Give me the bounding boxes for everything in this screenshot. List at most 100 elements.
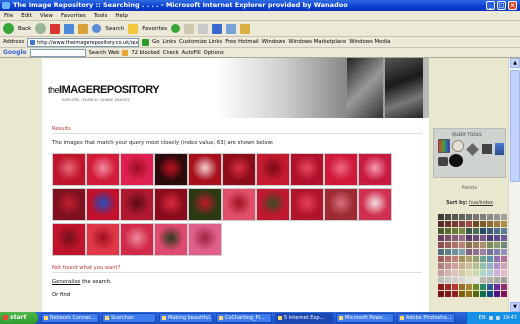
result-thumbnail[interactable] <box>120 153 154 186</box>
link-marketplace[interactable]: Windows Marketplace <box>288 39 346 45</box>
palette-swatch[interactable] <box>466 214 472 220</box>
popup-blocked-count[interactable]: 72 blocked <box>131 50 159 56</box>
palette-swatch[interactable] <box>438 214 444 220</box>
favorites-star-icon[interactable] <box>128 23 139 34</box>
palette-swatch[interactable] <box>480 221 486 227</box>
language-indicator[interactable]: EN <box>479 315 486 321</box>
palette-swatch[interactable] <box>438 235 444 241</box>
stop-icon[interactable] <box>50 23 61 34</box>
palette-swatch[interactable] <box>452 214 458 220</box>
sort-by-value-link[interactable]: hue/index <box>469 201 493 206</box>
result-thumbnail[interactable] <box>256 188 290 221</box>
palette-swatch[interactable] <box>452 284 458 290</box>
minimize-button[interactable]: _ <box>486 1 495 10</box>
palette-swatch[interactable] <box>473 256 479 262</box>
taskbar-item[interactable]: Making beautiful... <box>159 313 213 323</box>
palette-swatch[interactable] <box>501 214 507 220</box>
palette-swatch[interactable] <box>494 256 500 262</box>
palette-swatch[interactable] <box>438 221 444 227</box>
palette-swatch[interactable] <box>452 263 458 269</box>
palette-swatch[interactable] <box>466 291 472 297</box>
result-thumbnail[interactable] <box>290 188 324 221</box>
palette-swatch[interactable] <box>445 214 451 220</box>
taskbar-item[interactable]: CoCharting_Pl... <box>216 313 272 323</box>
palette-swatch[interactable] <box>473 291 479 297</box>
palette-swatch[interactable] <box>466 256 472 262</box>
palette-swatch[interactable] <box>501 228 507 234</box>
result-thumbnail[interactable] <box>324 188 358 221</box>
palette-swatch[interactable] <box>501 291 507 297</box>
palette-swatch[interactable] <box>438 249 444 255</box>
palette-swatch[interactable] <box>473 214 479 220</box>
palette-swatch[interactable] <box>466 284 472 290</box>
palette-swatch[interactable] <box>487 263 493 269</box>
favorites-button[interactable]: Favorites <box>142 26 167 32</box>
layers-tool-icon[interactable] <box>495 143 504 155</box>
close-button[interactable]: × <box>508 1 517 10</box>
palette-swatch[interactable] <box>459 284 465 290</box>
palette-swatch[interactable] <box>473 277 479 283</box>
palette-swatch[interactable] <box>466 277 472 283</box>
palette-swatch[interactable] <box>487 235 493 241</box>
refresh-icon[interactable] <box>64 23 75 34</box>
palette-swatch[interactable] <box>452 249 458 255</box>
palette-swatch[interactable] <box>438 242 444 248</box>
palette-swatch[interactable] <box>452 256 458 262</box>
result-thumbnail[interactable] <box>154 188 188 221</box>
palette-swatch[interactable] <box>494 284 500 290</box>
palette-swatch[interactable] <box>445 228 451 234</box>
palette-swatch[interactable] <box>494 221 500 227</box>
palette-swatch[interactable] <box>459 214 465 220</box>
palette-swatch[interactable] <box>494 228 500 234</box>
palette-swatch[interactable] <box>487 256 493 262</box>
palette-swatch[interactable] <box>480 263 486 269</box>
palette-swatch[interactable] <box>501 242 507 248</box>
palette-swatch[interactable] <box>501 263 507 269</box>
link-customize[interactable]: Customize Links <box>179 39 222 45</box>
palette-swatch[interactable] <box>445 235 451 241</box>
palette-swatch[interactable] <box>494 214 500 220</box>
maximize-button[interactable]: □ <box>497 1 506 10</box>
palette-swatch[interactable] <box>466 221 472 227</box>
palette-swatch[interactable] <box>452 221 458 227</box>
palette-swatch[interactable] <box>473 263 479 269</box>
palette-swatch[interactable] <box>445 242 451 248</box>
address-input[interactable]: http://www.theimagerepository.co.uk/quer… <box>27 37 140 47</box>
palette-swatch[interactable] <box>473 284 479 290</box>
palette-swatch[interactable] <box>438 256 444 262</box>
research-icon[interactable] <box>240 23 251 34</box>
brush-tool-icon[interactable] <box>452 140 464 152</box>
palette-swatch[interactable] <box>487 214 493 220</box>
palette-swatch[interactable] <box>494 270 500 276</box>
forward-arrow-icon[interactable] <box>35 23 47 34</box>
result-thumbnail[interactable] <box>324 153 358 186</box>
palette-swatch[interactable] <box>473 249 479 255</box>
result-thumbnail[interactable] <box>120 223 154 256</box>
result-thumbnail[interactable] <box>188 153 222 186</box>
scroll-up-arrow-icon[interactable]: ▲ <box>510 58 520 68</box>
palette-swatch[interactable] <box>445 263 451 269</box>
menu-file[interactable]: File <box>4 11 13 20</box>
palette-swatch[interactable] <box>501 235 507 241</box>
palette-swatch[interactable] <box>487 284 493 290</box>
palette-swatch[interactable] <box>445 256 451 262</box>
vertical-scrollbar[interactable]: ▲ ▼ <box>508 58 520 312</box>
palette-swatch[interactable] <box>445 284 451 290</box>
taskbar-item[interactable]: 5 Internet Exp... <box>275 313 333 323</box>
palette-swatch[interactable] <box>501 270 507 276</box>
palette-swatch[interactable] <box>494 263 500 269</box>
taskbar-item[interactable]: Scarchan <box>102 313 156 323</box>
palette-swatch[interactable] <box>459 270 465 276</box>
menu-edit[interactable]: Edit <box>21 11 32 20</box>
back-arrow-icon[interactable] <box>3 23 14 34</box>
google-search-web-button[interactable]: Search Web <box>89 50 120 56</box>
palette-swatch[interactable] <box>473 221 479 227</box>
result-thumbnail[interactable] <box>256 153 290 186</box>
result-thumbnail[interactable] <box>154 153 188 186</box>
palette-swatch[interactable] <box>501 221 507 227</box>
palette-swatch[interactable] <box>452 235 458 241</box>
title-bar[interactable]: The Image Repository :: Searching . . . … <box>0 0 520 11</box>
result-thumbnail[interactable] <box>86 153 120 186</box>
palette-swatch[interactable] <box>466 228 472 234</box>
menu-favorites[interactable]: Favorites <box>61 11 86 20</box>
